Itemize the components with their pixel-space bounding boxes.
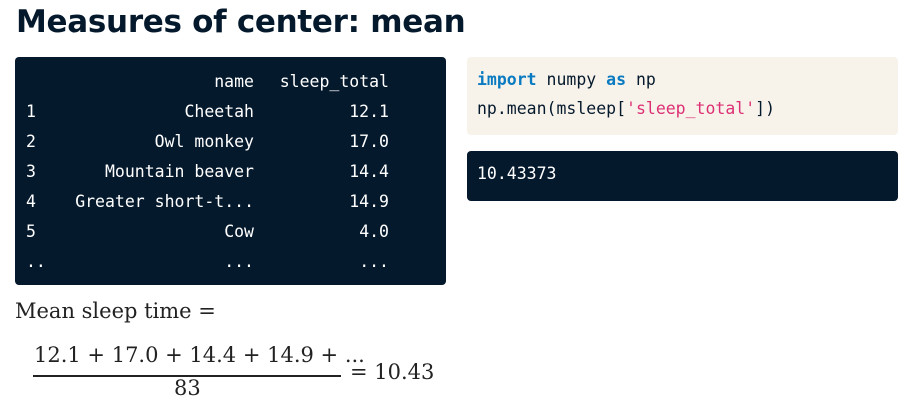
table-row: 3 Mountain beaver 14.4 <box>15 157 446 187</box>
formula-label: Mean sleep time = <box>15 299 216 323</box>
row-index: 2 <box>26 132 36 151</box>
row-index: 5 <box>26 222 36 241</box>
row-name: Cow <box>224 222 254 241</box>
code-line-import: import numpy as np <box>477 70 656 89</box>
row-sleep-total: ... <box>359 252 389 271</box>
module-alias: np <box>626 70 656 89</box>
formula-numerator: 12.1 + 17.0 + 14.4 + 14.9 + ... <box>34 343 365 367</box>
code-string-literal: 'sleep_total' <box>626 99 756 118</box>
table-row: 1 Cheetah 12.1 <box>15 97 446 127</box>
keyword-import: import <box>477 70 537 89</box>
row-index: 3 <box>26 162 36 181</box>
column-header-name: name <box>214 72 254 91</box>
row-sleep-total: 14.9 <box>349 192 389 211</box>
code-block: import numpy as np np.mean(msleep['sleep… <box>467 57 898 135</box>
row-sleep-total: 4.0 <box>359 222 389 241</box>
code-output: 10.43373 <box>467 151 898 201</box>
column-header-sleep-total: sleep_total <box>279 72 389 91</box>
row-name: Owl monkey <box>154 132 254 151</box>
slide-title: Measures of center: mean <box>16 4 466 40</box>
table-row: 4 Greater short-t... 14.9 <box>15 187 446 217</box>
code-line-mean: np.mean(msleep['sleep_total']) <box>477 99 775 118</box>
code-call-suffix: ]) <box>755 99 776 118</box>
table-row: 5 Cow 4.0 <box>15 217 446 247</box>
row-index: .. <box>26 252 46 271</box>
formula-denominator: 83 <box>174 376 201 400</box>
row-sleep-total: 17.0 <box>349 132 389 151</box>
row-name: Cheetah <box>184 102 254 121</box>
table-header-row: name sleep_total <box>15 67 446 97</box>
module-name: numpy <box>536 70 607 89</box>
table-row: 2 Owl monkey 17.0 <box>15 127 446 157</box>
row-name: ... <box>224 252 254 271</box>
formula-result: = 10.43 <box>350 360 435 384</box>
table-row-ellipsis: .. ... ... <box>15 247 446 277</box>
row-name: Greater short-t... <box>75 192 254 211</box>
code-call-prefix: np.mean(msleep[ <box>477 99 627 118</box>
row-name: Mountain beaver <box>104 162 254 181</box>
keyword-as: as <box>606 70 627 89</box>
row-sleep-total: 14.4 <box>349 162 389 181</box>
row-sleep-total: 12.1 <box>349 102 389 121</box>
output-value: 10.43373 <box>477 164 557 183</box>
row-index: 1 <box>26 102 36 121</box>
row-index: 4 <box>26 192 36 211</box>
dataframe-output: name sleep_total 1 Cheetah 12.1 2 Owl mo… <box>15 57 446 285</box>
